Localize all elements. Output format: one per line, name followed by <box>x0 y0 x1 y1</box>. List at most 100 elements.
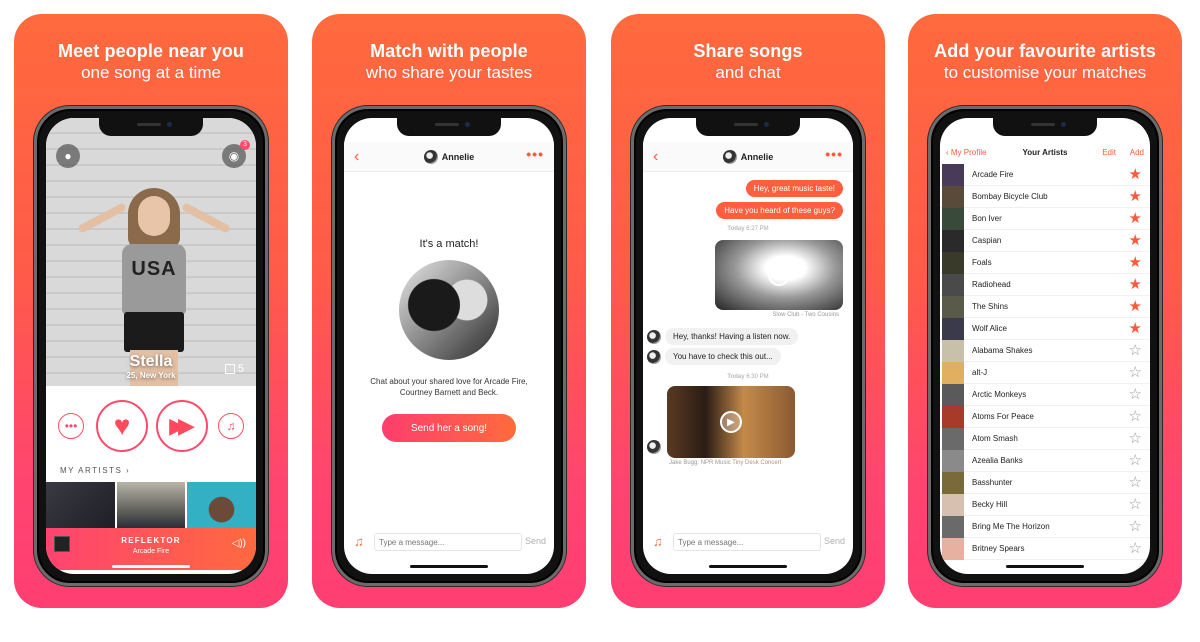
artist-name: The Shins <box>972 302 1009 311</box>
artist-row[interactable]: The Shins ★ <box>940 296 1150 318</box>
notch <box>397 118 501 136</box>
send-song-button[interactable]: ♫ <box>218 413 244 439</box>
star-filled-icon[interactable]: ★ <box>1129 298 1142 315</box>
artist-row[interactable]: Alabama Shakes ☆ <box>940 340 1150 362</box>
volume-icon[interactable]: ◁)) <box>232 538 246 549</box>
artist-row[interactable]: Foals ★ <box>940 252 1150 274</box>
contact-name: Annelie <box>740 152 774 162</box>
message-button[interactable]: ••• <box>58 413 84 439</box>
caption-subline: to customise your matches <box>943 63 1147 82</box>
artist-name: Atoms For Peace <box>972 412 1034 421</box>
star-filled-icon[interactable]: ★ <box>1129 166 1142 183</box>
artist-thumbnail <box>942 340 964 362</box>
star-filled-icon[interactable]: ★ <box>1129 232 1142 249</box>
caption-headline: Add your favourite artists <box>934 41 1156 61</box>
messages-button[interactable]: ◉ 3 <box>222 140 250 168</box>
video-message[interactable]: ▶ <box>715 240 843 310</box>
star-outline-icon[interactable]: ☆ <box>1129 342 1142 359</box>
chat-contact[interactable]: Annelie <box>643 150 853 164</box>
artist-row[interactable]: Radiohead ★ <box>940 274 1150 296</box>
phone-frame: ‹ Annelie ••• It's a match! Chat about y… <box>332 106 566 586</box>
star-outline-icon[interactable]: ☆ <box>1129 386 1142 403</box>
artist-row[interactable]: Bring Me The Horizon ☆ <box>940 516 1150 538</box>
artist-row[interactable]: Atoms For Peace ☆ <box>940 406 1150 428</box>
phone-frame: ‹ My Profile Your Artists Edit Add Arcad… <box>928 106 1162 586</box>
artist-thumbnail <box>942 252 964 274</box>
play-icon[interactable]: ▶ <box>720 411 742 433</box>
profile-button[interactable]: ● <box>56 144 80 168</box>
promo-panel-meet: Meet people near you one song at a time … <box>14 14 288 608</box>
artist-row[interactable]: Azealia Banks ☆ <box>940 450 1150 472</box>
my-artists-link[interactable]: MY ARTISTS › <box>60 466 130 475</box>
star-outline-icon[interactable]: ☆ <box>1129 518 1142 535</box>
artist-name: Bombay Bicycle Club <box>972 192 1048 201</box>
star-filled-icon[interactable]: ★ <box>1129 254 1142 271</box>
send-button[interactable]: Send <box>525 536 546 546</box>
star-outline-icon[interactable]: ☆ <box>1129 474 1142 491</box>
star-filled-icon[interactable]: ★ <box>1129 210 1142 227</box>
play-icon[interactable]: ▶ <box>768 264 790 286</box>
edit-button[interactable]: Edit <box>1102 148 1116 157</box>
more-options-icon[interactable]: ••• <box>825 146 843 162</box>
artist-row[interactable]: Atom Smash ☆ <box>940 428 1150 450</box>
caption-subline: and chat <box>715 63 781 82</box>
artist-row[interactable]: Caspian ★ <box>940 230 1150 252</box>
action-bar: ••• ♥ ▶▶ ♫ <box>46 398 256 458</box>
video-message[interactable]: ▶ <box>667 386 795 458</box>
home-indicator <box>709 565 787 568</box>
star-filled-icon[interactable]: ★ <box>1129 188 1142 205</box>
artist-row[interactable]: Arctic Monkeys ☆ <box>940 384 1150 406</box>
music-note-icon[interactable]: ♫ <box>653 534 663 549</box>
star-outline-icon[interactable]: ☆ <box>1129 540 1142 557</box>
artist-thumbnail <box>942 472 964 494</box>
artist-row[interactable]: Wolf Alice ★ <box>940 318 1150 340</box>
page-title: Your Artists <box>1022 148 1068 157</box>
message-input[interactable] <box>673 533 821 551</box>
artist-name: Britney Spears <box>972 544 1025 553</box>
caption: Share songs and chat <box>611 40 885 84</box>
star-outline-icon[interactable]: ☆ <box>1129 452 1142 469</box>
artist-thumbnail[interactable] <box>116 482 186 528</box>
artists-header: ‹ My Profile Your Artists Edit Add <box>940 142 1150 164</box>
star-filled-icon[interactable]: ★ <box>1129 276 1142 293</box>
artist-name: alt-J <box>972 368 988 377</box>
artist-row[interactable]: alt-J ☆ <box>940 362 1150 384</box>
artist-row[interactable]: Britney Spears ☆ <box>940 538 1150 560</box>
artist-thumbnail <box>942 494 964 516</box>
like-button[interactable]: ♥ <box>96 400 148 452</box>
artist-thumbnails <box>46 482 256 528</box>
artist-name: Alabama Shakes <box>972 346 1033 355</box>
artist-thumbnail <box>942 296 964 318</box>
artist-name: Azealia Banks <box>972 456 1023 465</box>
star-outline-icon[interactable]: ☆ <box>1129 408 1142 425</box>
star-outline-icon[interactable]: ☆ <box>1129 496 1142 513</box>
send-song-button[interactable]: Send her a song! <box>382 414 516 442</box>
caption-headline: Share songs <box>693 41 803 61</box>
star-outline-icon[interactable]: ☆ <box>1129 430 1142 447</box>
artist-thumbnail[interactable] <box>187 482 256 528</box>
photo-count[interactable]: 5 <box>224 363 244 375</box>
artist-thumbnail[interactable] <box>46 482 115 528</box>
send-button[interactable]: Send <box>824 536 845 546</box>
star-filled-icon[interactable]: ★ <box>1129 320 1142 337</box>
now-playing-bar[interactable]: REFLEKTOR Arcade Fire ◁)) <box>46 528 256 570</box>
message-composer: ♫ Send <box>643 532 853 554</box>
phone-frame: ‹ Annelie ••• Hey, great music taste! Ha… <box>631 106 865 586</box>
more-options-icon[interactable]: ••• <box>526 146 544 162</box>
message-outgoing: Have you heard of these guys? <box>716 202 843 219</box>
message-input[interactable] <box>374 533 522 551</box>
music-note-icon[interactable]: ♫ <box>354 534 364 549</box>
artist-row[interactable]: Basshunter ☆ <box>940 472 1150 494</box>
skip-button[interactable]: ▶▶ <box>156 400 208 452</box>
artist-name: Radiohead <box>972 280 1011 289</box>
notch <box>993 118 1097 136</box>
artist-row[interactable]: Bon Iver ★ <box>940 208 1150 230</box>
add-button[interactable]: Add <box>1130 148 1144 157</box>
phone-frame: USA ● ◉ 3 Stella 25, New York 5 ••• ♥ ▶▶… <box>34 106 268 586</box>
chat-contact[interactable]: Annelie <box>344 150 554 164</box>
artist-row[interactable]: Becky Hill ☆ <box>940 494 1150 516</box>
artist-thumbnail <box>942 186 964 208</box>
artist-row[interactable]: Arcade Fire ★ <box>940 164 1150 186</box>
artist-row[interactable]: Bombay Bicycle Club ★ <box>940 186 1150 208</box>
star-outline-icon[interactable]: ☆ <box>1129 364 1142 381</box>
